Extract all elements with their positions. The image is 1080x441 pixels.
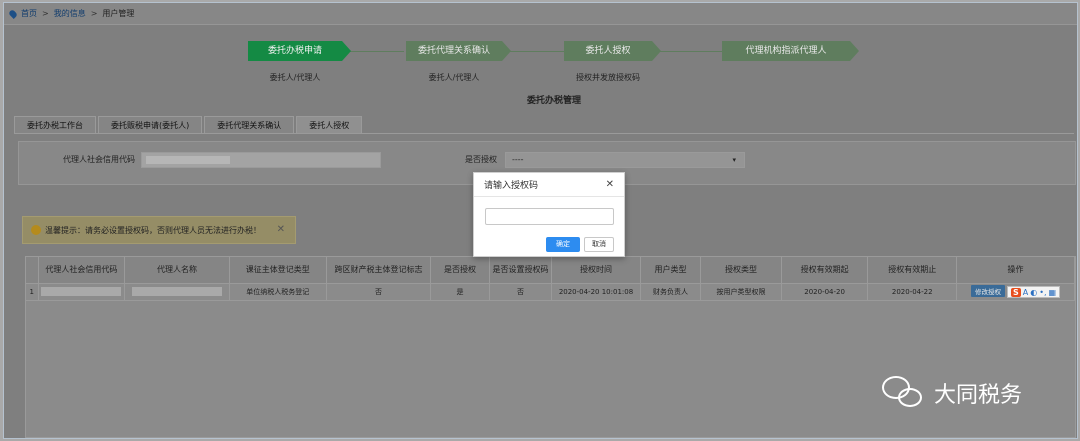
ime-keyboard-icon[interactable]: ▦ bbox=[1048, 288, 1056, 297]
row-number: 1 bbox=[26, 283, 39, 301]
authorized-select[interactable]: ---- ▾ bbox=[505, 152, 745, 168]
valid-to-cell: 2020-04-22 bbox=[867, 283, 958, 301]
wechat-bubble-small bbox=[898, 388, 922, 407]
ime-punctuation-icon[interactable]: •, bbox=[1039, 288, 1046, 297]
tab-divider bbox=[14, 133, 1074, 134]
cross-region-cell: 否 bbox=[326, 283, 432, 301]
dialog-actions: 确定 取消 bbox=[546, 237, 614, 252]
warning-text: 温馨提示：请务必设置授权码，否则代理人员无法进行办税！ bbox=[45, 225, 261, 235]
step-apply-label: 委托办税申请 bbox=[248, 41, 351, 61]
warning-icon bbox=[31, 225, 41, 235]
cancel-button[interactable]: 取消 bbox=[584, 237, 614, 252]
auth-code-dialog: 请输入授权码 ✕ 确定 取消 bbox=[473, 172, 625, 257]
close-icon[interactable]: ✕ bbox=[277, 224, 285, 235]
modify-authorization-button[interactable]: 修改授权 bbox=[970, 285, 1005, 297]
credit-code-field[interactable] bbox=[141, 152, 381, 168]
step-confirm-label: 委托代理关系确认 bbox=[406, 41, 511, 61]
column-header bbox=[26, 257, 39, 284]
agent-credit-code-cell bbox=[38, 283, 126, 301]
authorization-table: 代理人社会信用代码 代理人名称 课征主体登记类型 跨区财产税主体登记标志 是否授… bbox=[25, 256, 1076, 438]
watermark: 大同税务 bbox=[882, 376, 1022, 410]
ime-toolbar[interactable]: S A ◐ •, ▦ bbox=[1006, 286, 1061, 298]
column-header: 是否设置授权码 bbox=[489, 257, 553, 284]
column-header: 代理人社会信用代码 bbox=[38, 257, 126, 284]
column-header: 操作 bbox=[956, 257, 1075, 284]
step-assign: 代理机构指派代理人 bbox=[722, 41, 859, 61]
auth-code-input[interactable] bbox=[485, 208, 614, 225]
step-confirm: 委托代理关系确认 委托人/代理人 bbox=[406, 41, 511, 83]
ime-logo-icon: S bbox=[1010, 287, 1021, 297]
agent-name-cell bbox=[124, 283, 230, 301]
redacted-value bbox=[132, 287, 223, 296]
table-row[interactable]: 1 单位纳税人税务登记 否 是 否 2020-04-20 10:01:08 财务… bbox=[26, 283, 1075, 301]
user-type-cell: 财务负责人 bbox=[640, 283, 702, 301]
column-header: 代理人名称 bbox=[124, 257, 230, 284]
section-title: 委托办税管理 bbox=[526, 96, 581, 106]
step-connector bbox=[504, 51, 564, 52]
column-header: 授权有效期止 bbox=[867, 257, 958, 284]
close-icon[interactable]: ✕ bbox=[606, 179, 614, 190]
tab-apply-delegator[interactable]: 委托贩税申请(委托人) bbox=[98, 116, 203, 134]
step-apply-sub: 委托人/代理人 bbox=[269, 73, 321, 82]
column-header: 是否授权 bbox=[430, 257, 490, 284]
breadcrumb-my-info-link[interactable]: 我的信息 bbox=[54, 8, 86, 19]
tab-delegator-authorize[interactable]: 委托人授权 bbox=[296, 116, 363, 134]
auth-time-cell: 2020-04-20 10:01:08 bbox=[551, 283, 641, 301]
warning-banner: 温馨提示：请务必设置授权码，否则代理人员无法进行办税！ ✕ bbox=[22, 216, 296, 244]
redacted-value bbox=[146, 156, 230, 164]
breadcrumb-home-link[interactable]: 首页 bbox=[21, 8, 37, 19]
progress-steps: 委托办税申请 委托人/代理人 委托代理关系确认 委托人/代理人 委托人授权 授权… bbox=[244, 41, 884, 91]
breadcrumb: 首页 > 我的信息 > 用户管理 bbox=[4, 3, 1077, 25]
chevron-down-icon: ▾ bbox=[732, 156, 736, 164]
step-authorize: 委托人授权 授权并发放授权码 bbox=[564, 41, 661, 83]
step-connector bbox=[654, 51, 724, 52]
dialog-title: 请输入授权码 bbox=[484, 181, 539, 191]
column-header: 授权类型 bbox=[700, 257, 782, 284]
wechat-icon bbox=[882, 376, 926, 410]
step-confirm-sub: 委托人/代理人 bbox=[428, 73, 480, 82]
authorized-label: 是否授权 bbox=[465, 155, 497, 164]
redacted-value bbox=[41, 287, 122, 296]
step-authorize-sub: 授权并发放授权码 bbox=[576, 73, 640, 82]
code-set-cell: 否 bbox=[489, 283, 553, 301]
step-authorize-label: 委托人授权 bbox=[564, 41, 661, 61]
column-header: 跨区财产税主体登记标志 bbox=[326, 257, 432, 284]
column-header: 用户类型 bbox=[640, 257, 702, 284]
reg-type-cell: 单位纳税人税务登记 bbox=[229, 283, 327, 301]
tab-workbench[interactable]: 委托办税工作台 bbox=[14, 116, 96, 134]
breadcrumb-current: 用户管理 bbox=[102, 9, 135, 18]
column-header: 课征主体登记类型 bbox=[229, 257, 327, 284]
location-pin-icon bbox=[8, 8, 18, 19]
authorized-cell: 是 bbox=[430, 283, 490, 301]
watermark-text: 大同税务 bbox=[934, 383, 1023, 408]
tab-relation-confirm[interactable]: 委托代理关系确认 bbox=[204, 116, 295, 134]
ime-moon-icon[interactable]: ◐ bbox=[1030, 288, 1037, 297]
credit-code-label: 代理人社会信用代码 bbox=[63, 155, 135, 164]
column-header: 授权时间 bbox=[551, 257, 641, 284]
breadcrumb-separator: > bbox=[90, 9, 98, 18]
valid-from-cell: 2020-04-20 bbox=[781, 283, 869, 301]
column-header: 授权有效期起 bbox=[781, 257, 869, 284]
operation-cell: 修改授权 S A ◐ •, ▦ bbox=[956, 283, 1075, 301]
ime-mode-icon[interactable]: A bbox=[1023, 288, 1028, 297]
confirm-button[interactable]: 确定 bbox=[546, 237, 580, 252]
step-apply: 委托办税申请 委托人/代理人 bbox=[248, 41, 351, 83]
authorized-select-value: ---- bbox=[512, 155, 524, 164]
breadcrumb-separator: > bbox=[42, 9, 49, 18]
dialog-header: 请输入授权码 ✕ bbox=[474, 173, 624, 197]
page-background: 首页 > 我的信息 > 用户管理 委托办税申请 委托人/代理人 委托代理关系确认… bbox=[0, 0, 1080, 441]
table-header-row: 代理人社会信用代码 代理人名称 课征主体登记类型 跨区财产税主体登记标志 是否授… bbox=[26, 257, 1075, 284]
tab-bar: 委托办税工作台 委托贩税申请(委托人) 委托代理关系确认 委托人授权 bbox=[14, 116, 364, 134]
step-assign-label: 代理机构指派代理人 bbox=[722, 41, 859, 61]
step-connector bbox=[344, 51, 404, 52]
auth-type-cell: 按用户类型权限 bbox=[700, 283, 782, 301]
